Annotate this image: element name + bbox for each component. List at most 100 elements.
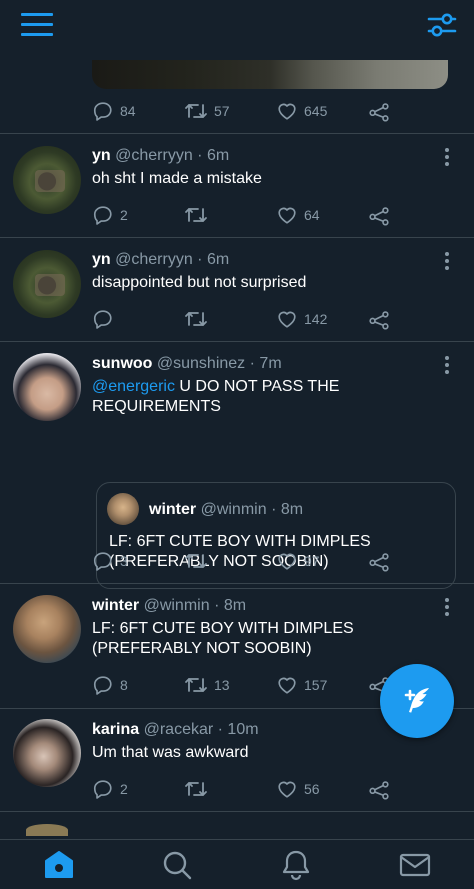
reply-icon — [93, 102, 112, 121]
retweet-count: 57 — [214, 103, 230, 119]
more-options-icon[interactable] — [443, 252, 451, 270]
tweet-header: sunwoo @sunshinez · 7m — [92, 355, 282, 373]
timestamp: · 10m — [217, 721, 259, 738]
avatar[interactable] — [13, 353, 81, 421]
reply-count: 3 — [120, 553, 128, 569]
avatar[interactable] — [13, 719, 81, 787]
more-options-icon[interactable] — [443, 356, 451, 374]
retweet-button[interactable]: 13 — [184, 673, 230, 697]
avatar[interactable] — [26, 824, 68, 836]
handle[interactable]: @cherryyn — [115, 147, 193, 164]
compose-tweet-icon — [404, 688, 429, 713]
display-name: winter — [149, 501, 197, 518]
share-icon — [369, 311, 389, 330]
tweet-actions: 8 13 157 — [92, 673, 402, 697]
like-button[interactable]: 142 — [276, 307, 327, 331]
home-icon[interactable] — [41, 848, 77, 882]
notifications-icon[interactable] — [278, 848, 314, 882]
reply-button[interactable]: 2 — [92, 777, 128, 801]
heart-icon — [278, 207, 296, 224]
compose-tweet-button[interactable] — [380, 664, 454, 738]
tweet-actions: 3 97 — [92, 549, 402, 573]
retweet-button[interactable] — [184, 777, 214, 801]
like-button[interactable]: 645 — [276, 99, 327, 123]
reply-button[interactable] — [92, 307, 120, 331]
reply-icon — [93, 552, 112, 571]
like-count: 64 — [304, 207, 320, 223]
reply-button[interactable]: 3 — [92, 549, 128, 573]
display-name[interactable]: yn — [92, 147, 111, 164]
share-button[interactable] — [368, 99, 390, 123]
like-count: 142 — [304, 311, 328, 327]
reply-button[interactable]: 2 — [92, 203, 128, 227]
timestamp: · 8m — [271, 501, 304, 518]
tweet-header: yn @cherryyn · 6m — [92, 251, 229, 269]
share-button[interactable] — [368, 549, 390, 573]
tweet-actions: 2 56 — [92, 777, 402, 801]
retweet-count: 13 — [214, 677, 230, 693]
like-button[interactable]: 56 — [276, 777, 320, 801]
handle[interactable]: @winmin — [144, 597, 210, 614]
tweet-text: oh sht I made a mistake — [92, 170, 262, 187]
reply-icon — [93, 206, 112, 225]
like-button[interactable]: 157 — [276, 673, 327, 697]
divider — [0, 341, 474, 342]
avatar[interactable] — [13, 250, 81, 318]
retweet-icon — [185, 678, 207, 692]
more-options-icon[interactable] — [443, 148, 451, 166]
share-icon — [369, 781, 389, 800]
mention-link[interactable]: @energeric — [92, 378, 175, 395]
handle[interactable]: @racekar — [144, 721, 214, 738]
retweet-icon — [185, 782, 207, 796]
tweet-text: @energeric U DO NOT PASS THE REQUIREMENT… — [92, 377, 422, 417]
retweet-icon — [185, 554, 207, 568]
tweet-text: Um that was awkward — [92, 744, 249, 761]
share-button[interactable] — [368, 777, 390, 801]
display-name[interactable]: karina — [92, 721, 139, 738]
reply-button[interactable]: 84 — [92, 99, 136, 123]
hamburger-menu-icon[interactable] — [21, 13, 53, 37]
share-button[interactable] — [368, 203, 390, 227]
reply-icon — [93, 676, 112, 695]
messages-icon[interactable] — [397, 848, 433, 882]
search-icon[interactable] — [159, 848, 195, 882]
like-button[interactable]: 64 — [276, 203, 320, 227]
heart-icon — [278, 103, 296, 120]
retweet-button[interactable] — [184, 203, 214, 227]
tweet-media-image[interactable] — [92, 60, 448, 89]
divider — [0, 583, 474, 584]
retweet-button[interactable]: 57 — [184, 99, 230, 123]
share-icon — [369, 207, 389, 226]
like-button[interactable]: 97 — [276, 549, 320, 573]
retweet-icon — [185, 312, 207, 326]
tweet-text: disappointed but not surprised — [92, 274, 307, 291]
divider — [0, 811, 474, 812]
tweet-actions: 84 57 645 — [92, 99, 402, 123]
like-count: 97 — [304, 553, 320, 569]
retweet-button[interactable] — [184, 549, 214, 573]
handle[interactable]: @sunshinez — [157, 355, 245, 372]
reply-button[interactable]: 8 — [92, 673, 128, 697]
like-count: 645 — [304, 103, 328, 119]
tweet-text: LF: 6FT CUTE BOY WITH DIMPLES (PREFERABL… — [92, 620, 354, 657]
share-button[interactable] — [368, 307, 390, 331]
heart-icon — [278, 781, 296, 798]
quoted-tweet-header: winter @winmin · 8m — [149, 501, 303, 519]
tweet-header: yn @cherryyn · 6m — [92, 147, 229, 165]
display-name[interactable]: winter — [92, 597, 139, 614]
timeline-settings-icon[interactable] — [426, 10, 458, 40]
reply-count: 8 — [120, 677, 128, 693]
avatar[interactable] — [13, 595, 81, 663]
heart-icon — [278, 553, 296, 570]
like-count: 157 — [304, 677, 328, 693]
timestamp: · 8m — [214, 597, 247, 614]
avatar[interactable] — [13, 146, 81, 214]
top-bar — [0, 0, 474, 50]
display-name[interactable]: sunwoo — [92, 355, 152, 372]
more-options-icon[interactable] — [443, 598, 451, 616]
retweet-button[interactable] — [184, 307, 214, 331]
display-name[interactable]: yn — [92, 251, 111, 268]
timestamp: · 7m — [249, 355, 282, 372]
tweet-header: karina @racekar · 10m — [92, 721, 259, 739]
handle[interactable]: @cherryyn — [115, 251, 193, 268]
